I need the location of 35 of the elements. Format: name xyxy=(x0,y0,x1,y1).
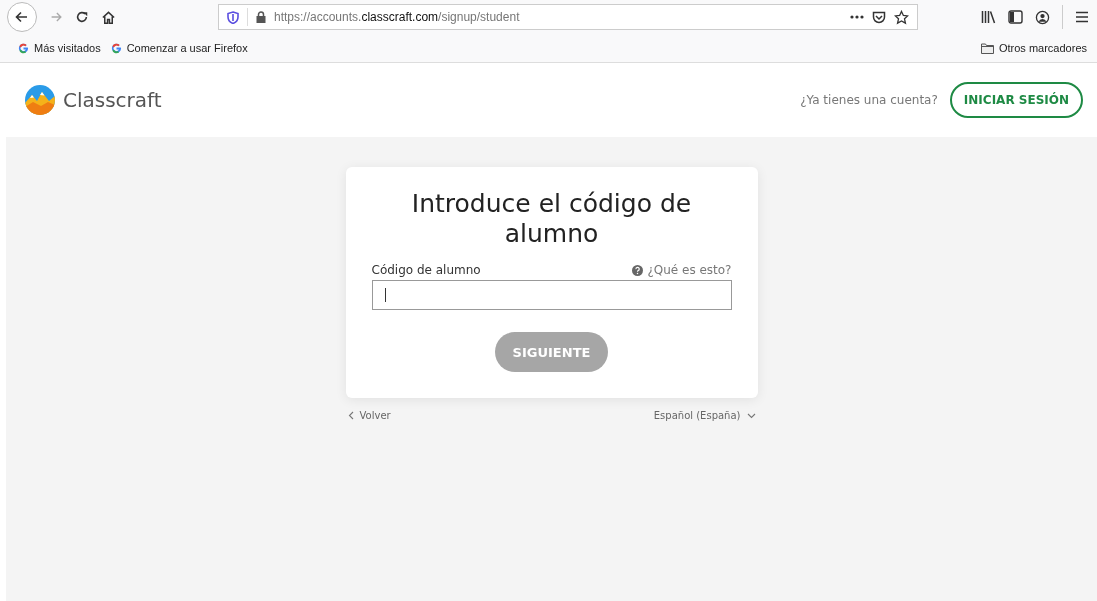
student-code-field[interactable] xyxy=(371,280,732,310)
address-bar[interactable]: https://accounts.classcraft.com/signup/student xyxy=(218,4,918,30)
arrow-left-icon xyxy=(14,9,30,25)
account-prompt: ¿Ya tienes una cuenta? xyxy=(800,93,938,107)
arrow-right-icon xyxy=(49,10,63,24)
sidebar-icon[interactable] xyxy=(1008,10,1023,24)
mountain-logo-icon xyxy=(25,85,55,115)
shield-icon[interactable] xyxy=(227,10,239,24)
chevron-down-icon xyxy=(746,412,756,419)
help-link[interactable]: ¿Qué es esto? xyxy=(647,263,732,277)
language-selector[interactable]: Español (España) xyxy=(653,410,741,421)
login-button[interactable]: INICIAR SESIÓN xyxy=(949,82,1083,118)
folder-icon xyxy=(980,42,994,54)
bookmark-folder[interactable]: Otros marcadores xyxy=(998,42,1087,54)
lock-icon xyxy=(256,11,266,23)
more-icon[interactable] xyxy=(850,15,864,19)
chevron-left-icon xyxy=(347,411,354,420)
library-icon[interactable] xyxy=(981,10,996,24)
google-icon xyxy=(18,42,29,54)
brand-name: Classcraft xyxy=(63,88,162,112)
account-icon[interactable] xyxy=(1035,9,1050,25)
card-title: Introduce el código de alumno xyxy=(410,189,693,249)
home-icon[interactable] xyxy=(101,9,116,25)
field-label: Código de alumno xyxy=(371,263,481,277)
pocket-icon[interactable] xyxy=(872,10,886,24)
url-text: https://accounts.classcraft.com/signup/student xyxy=(274,10,520,24)
bookmark-link[interactable]: Más visitados xyxy=(34,42,101,54)
back-button[interactable] xyxy=(7,2,37,32)
reload-icon[interactable] xyxy=(75,10,89,24)
bookmark-link[interactable]: Comenzar a usar Firefox xyxy=(126,42,248,54)
star-icon[interactable] xyxy=(894,9,909,25)
back-link[interactable]: Volver xyxy=(359,410,391,421)
menu-icon[interactable] xyxy=(1075,11,1089,23)
google-icon xyxy=(110,42,122,54)
help-icon xyxy=(632,264,644,276)
